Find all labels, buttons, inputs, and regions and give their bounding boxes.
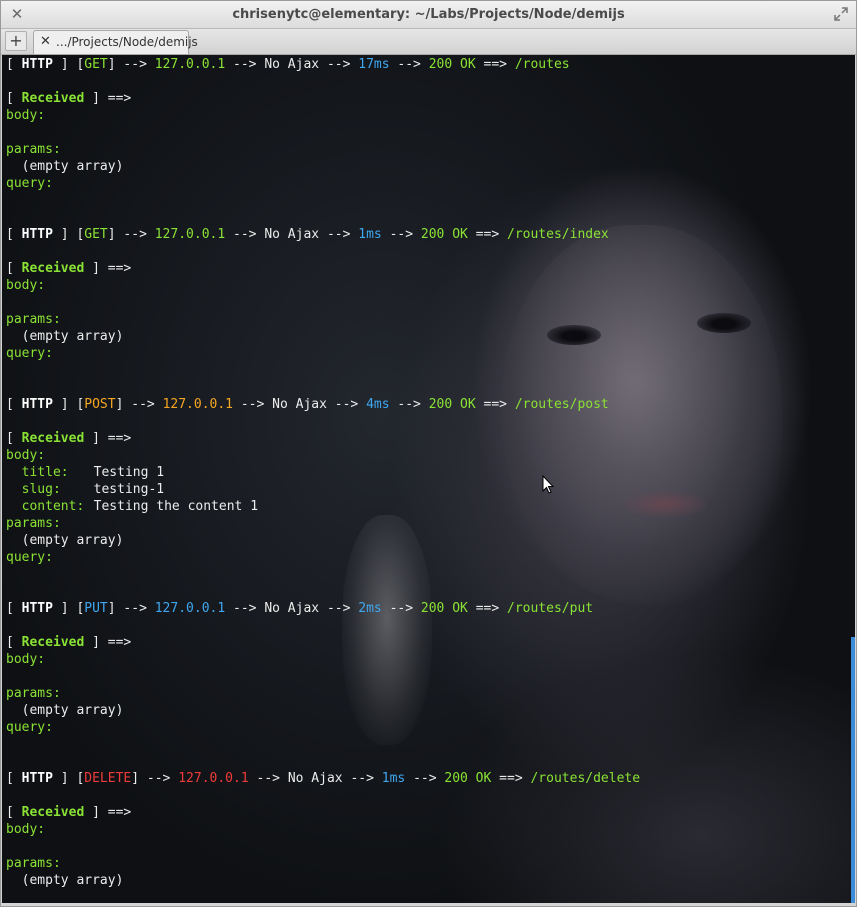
body-label: body: [6,108,46,123]
query-label: query: [6,720,53,735]
query-label: query: [6,176,53,191]
query-label: query: [6,550,53,565]
received-line: [ Received ] ==> [6,431,132,446]
params-value: (empty array) [21,533,124,548]
params-label: params: [6,856,61,871]
terminal-window: ✕ chrisenytc@elementary: ~/Labs/Projects… [0,0,857,907]
received-line: [ Received ] ==> [6,635,132,650]
params-value: (empty array) [21,703,124,718]
request-line: [ HTTP ] [DELETE] --> 127.0.0.1 --> No A… [6,771,641,786]
request-log: [ HTTP ] [GET] --> 127.0.0.1 --> No Ajax… [6,56,640,889]
body-field: content: Testing the content 1 [21,499,259,514]
params-value: (empty array) [21,329,124,344]
maximize-icon[interactable] [834,7,848,21]
terminal-output[interactable]: [ HTTP ] [GET] --> 127.0.0.1 --> No Ajax… [2,55,855,903]
params-label: params: [6,686,61,701]
tab-label: .../Projects/Node/demijs [56,35,198,49]
received-line: [ Received ] ==> [6,261,132,276]
body-label: body: [6,652,46,667]
params-label: params: [6,142,61,157]
mouse-pointer-icon [542,475,554,494]
request-line: [ HTTP ] [GET] --> 127.0.0.1 --> No Ajax… [6,227,609,242]
params-label: params: [6,312,61,327]
received-line: [ Received ] ==> [6,805,132,820]
title-bar[interactable]: ✕ chrisenytc@elementary: ~/Labs/Projects… [1,1,856,29]
tab-bar: + ✕ .../Projects/Node/demijs [1,29,856,55]
tab-demijs[interactable]: ✕ .../Projects/Node/demijs [33,30,198,54]
body-label: body: [6,448,46,463]
scrollbar-thumb[interactable] [851,637,855,903]
new-tab-button[interactable]: + [5,31,27,51]
request-line: [ HTTP ] [GET] --> 127.0.0.1 --> No Ajax… [6,57,570,72]
params-value: (empty array) [21,159,124,174]
params-value: (empty array) [21,873,124,888]
request-line: [ HTTP ] [POST] --> 127.0.0.1 --> No Aja… [6,397,609,412]
request-line: [ HTTP ] [PUT] --> 127.0.0.1 --> No Ajax… [6,601,594,616]
wallpaper-eye-right [697,313,751,333]
received-line: [ Received ] ==> [6,91,132,106]
query-label: query: [6,346,53,361]
body-label: body: [6,278,46,293]
body-label: body: [6,822,46,837]
params-label: params: [6,516,61,531]
tab-close-icon[interactable]: ✕ [40,34,51,49]
window-title: chrisenytc@elementary: ~/Labs/Projects/N… [232,7,625,22]
